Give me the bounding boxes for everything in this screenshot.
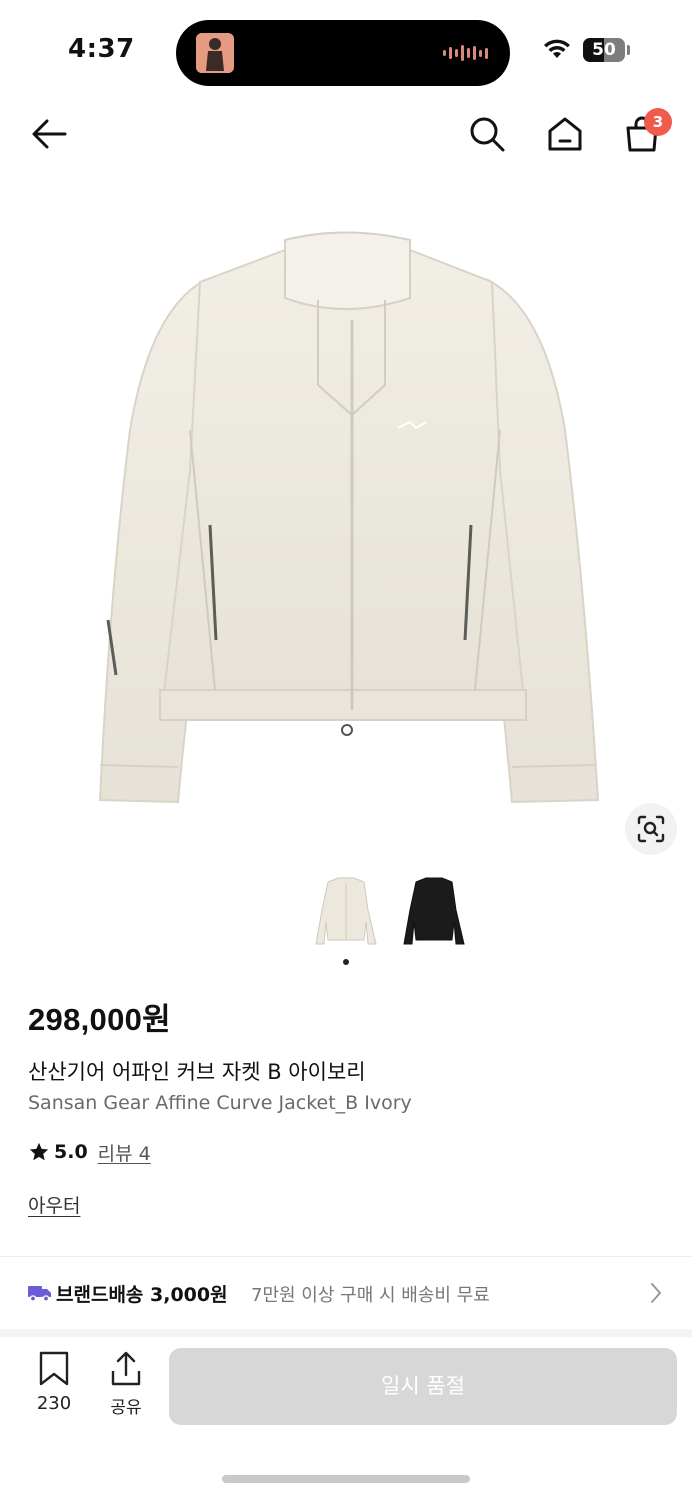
- battery-nub: [627, 45, 630, 55]
- jacket-illustration: [98, 231, 600, 804]
- cart-count-badge: 3: [644, 108, 672, 136]
- home-button[interactable]: [543, 112, 587, 156]
- camera-lens-icon: [637, 815, 665, 843]
- battery-percent: 50: [592, 40, 616, 60]
- image-search-button[interactable]: [625, 803, 677, 855]
- back-button[interactable]: [27, 112, 71, 156]
- section-divider: [0, 1329, 692, 1337]
- shipping-info-row[interactable]: 브랜드배송 3,000원 7만원 이상 구매 시 배송비 무료: [0, 1257, 692, 1329]
- battery-icon: 50: [583, 38, 625, 62]
- chevron-right-icon: [651, 1283, 661, 1303]
- thumbnail-black-jacket: [403, 877, 465, 945]
- product-price: 298,000원: [28, 1002, 171, 1037]
- carousel-page-indicator: [343, 959, 349, 965]
- share-label: 공유: [110, 1398, 142, 1418]
- thumbnail-ivory-jacket: [315, 877, 377, 945]
- bookmark-icon: [39, 1351, 69, 1386]
- sold-out-button[interactable]: 일시 품절: [169, 1348, 677, 1425]
- product-image[interactable]: [0, 170, 692, 860]
- audio-waveform-icon: [443, 45, 488, 61]
- wifi-icon: [542, 38, 572, 64]
- dynamic-island[interactable]: [176, 20, 510, 86]
- thumbnail-ivory[interactable]: [310, 870, 382, 954]
- bottom-action-bar: 230 공유 일시 품절: [0, 1337, 692, 1500]
- share-icon: [111, 1351, 141, 1386]
- product-name-en: Sansan Gear Affine Curve Jacket_B Ivory: [28, 1092, 412, 1114]
- save-count: 230: [36, 1393, 72, 1414]
- top-nav: [0, 100, 692, 170]
- now-playing-artwork: [196, 33, 234, 73]
- rating-value: 5.0: [54, 1141, 88, 1163]
- shipping-note: 7만원 이상 구매 시 배송비 무료: [251, 1285, 490, 1306]
- home-icon: [548, 117, 582, 151]
- truck-icon: [28, 1286, 51, 1302]
- shipping-label: 브랜드배송 3,000원: [56, 1284, 228, 1306]
- rating-row: 5.0 리뷰 4: [28, 1139, 151, 1165]
- status-bar: 4:37 50: [0, 0, 692, 100]
- search-button[interactable]: [465, 112, 509, 156]
- status-time: 4:37: [68, 34, 135, 64]
- thumbnail-black[interactable]: [398, 870, 470, 954]
- arrow-left-icon: [32, 119, 67, 149]
- review-link[interactable]: 리뷰 4: [98, 1139, 151, 1166]
- product-name-ko: 산산기어 어파인 커브 자켓 B 아이보리: [28, 1060, 366, 1084]
- save-button[interactable]: 230: [26, 1351, 82, 1417]
- star-icon: [29, 1142, 49, 1161]
- share-button[interactable]: 공유: [98, 1351, 154, 1418]
- search-icon: [470, 117, 505, 152]
- home-indicator[interactable]: [222, 1475, 470, 1483]
- category-link[interactable]: 아우터: [28, 1191, 80, 1218]
